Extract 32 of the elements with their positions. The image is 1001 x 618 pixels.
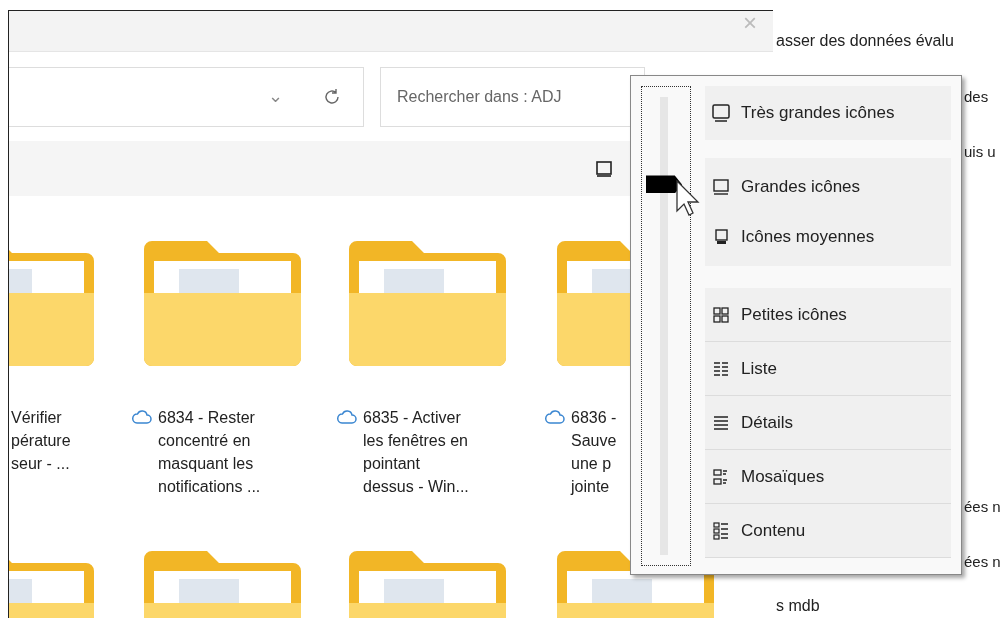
document-text: s mdb (776, 596, 820, 616)
folder-label[interactable]: 6836 - Sauve une p jointe (571, 406, 617, 498)
folder-icon[interactable] (349, 241, 506, 366)
menu-item[interactable]: Icônes moyennes (705, 212, 951, 262)
menu-item[interactable]: Très grandes icônes (705, 88, 951, 138)
monitor-icon (711, 103, 731, 123)
grid-icon (711, 304, 731, 325)
document-text: des (964, 87, 989, 107)
menu-item[interactable]: Mosaïques (705, 450, 951, 504)
document-text: ées n (964, 552, 1001, 572)
menu-item[interactable]: Contenu (705, 504, 951, 558)
menu-item[interactable]: Grandes icônes (705, 162, 951, 212)
folder-label[interactable]: Vérifier pérature seur - ... (11, 406, 71, 475)
slider-thumb[interactable] (646, 175, 682, 194)
folder-label[interactable]: 6834 - Rester concentré en masquant les notifications ... (158, 406, 261, 498)
mouse-cursor-icon (676, 180, 700, 218)
menu-item[interactable]: Liste (705, 342, 951, 396)
slider[interactable] (641, 86, 691, 566)
refresh-icon[interactable] (323, 87, 341, 106)
folder-label[interactable]: 6835 - Activer les fenêtres en pointant dessus - Win... (363, 406, 469, 498)
address-bar[interactable]: ⌄ (9, 66, 364, 127)
content-icon (711, 520, 731, 541)
document-text: uis u (964, 142, 996, 162)
search-field[interactable]: Rechercher dans : ADJ (380, 66, 645, 127)
chevron-icon[interactable]: ⌄ (268, 83, 283, 110)
folder-icon[interactable] (144, 241, 301, 366)
monitor-icon (711, 177, 731, 197)
document-text: ées n (964, 497, 1001, 517)
menu-item[interactable]: Détails (705, 396, 951, 450)
menu-item[interactable]: Petites icônes (705, 288, 951, 342)
view-icon[interactable] (595, 159, 613, 178)
document-text: asser des données évalu (776, 31, 954, 51)
